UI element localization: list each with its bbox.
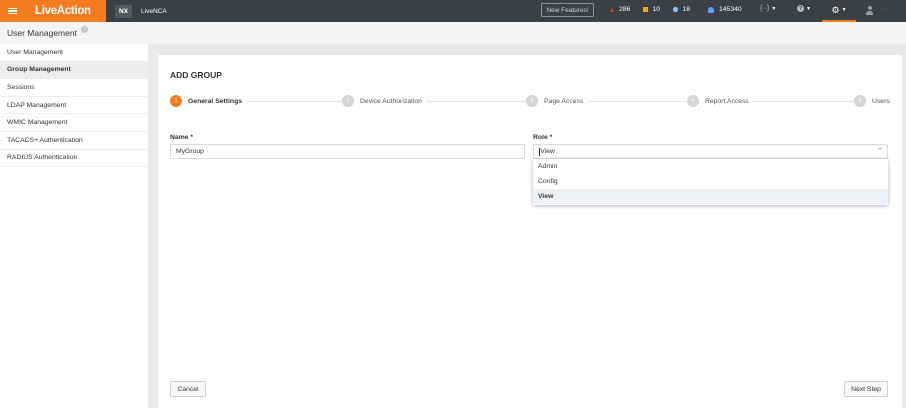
step-users[interactable]: 5 Users [854,95,890,107]
step-number: 1 [170,95,182,107]
bell-icon [708,6,714,13]
next-step-button[interactable]: Next Step [844,381,888,397]
sidebar: User Management Group Management Session… [0,44,148,408]
role-option-view[interactable]: View [533,189,888,204]
notifications[interactable]: 145340 [708,6,742,13]
role-option-config[interactable]: Config [533,174,888,189]
warning-square-icon [643,7,648,12]
step-number: 3 [526,95,538,107]
code-icon: {··} [760,5,770,12]
step-label: Report Access [705,97,749,105]
step-report-access[interactable]: 4 Report Access [687,95,753,107]
name-input[interactable]: MyGroup [170,144,525,159]
sidebar-item-user-management[interactable]: User Management [0,44,148,62]
warning-alerts[interactable]: 10 [643,6,660,13]
step-device-authorization[interactable]: 2 Device Authorization [342,95,426,107]
info-circle-icon [673,7,678,12]
info-alerts[interactable]: 18 [673,6,690,13]
chevron-down-icon: ▼ [806,5,811,12]
sidebar-item-wmic-management[interactable]: WMIC Management [0,114,148,132]
help-icon: ? [797,5,804,12]
sidebar-item-sessions[interactable]: Sessions [0,79,148,97]
sidebar-item-radius-authentication[interactable]: RADIUS Authentication [0,150,148,168]
nx-badge[interactable]: NX [115,4,133,18]
panel-title: ADD GROUP [170,70,222,80]
settings-menu-button[interactable]: ⚙ ▼ [822,0,856,22]
step-label: General Settings [188,97,243,105]
role-selected-value: View [540,148,555,155]
menu-button[interactable] [0,0,24,22]
product-name[interactable]: LiveNCA [137,5,171,18]
step-number: 4 [687,95,699,107]
hamburger-icon [7,7,17,15]
role-dropdown-menu: Admin Config View [533,159,888,205]
info-icon[interactable]: ? [80,26,88,33]
user-avatar-icon[interactable] [866,6,873,15]
step-general-settings[interactable]: 1 General Settings [170,95,247,107]
help-menu-button[interactable]: ? ▼ [797,5,811,12]
gear-icon: ⚙ [831,4,840,15]
role-label: Role * [533,134,553,141]
critical-count: 286 [619,6,631,13]
notification-count: 145340 [719,6,742,13]
warning-count: 10 [652,6,661,13]
step-page-access[interactable]: 3 Page Access [526,95,588,107]
sidebar-item-ldap-management[interactable]: LDAP Management [0,97,148,115]
step-number: 2 [342,95,354,107]
app-logo[interactable]: LiveAction [24,0,106,22]
step-number: 5 [854,95,866,107]
top-navigation-bar: LiveAction NX LiveNCA New Features! 286 … [0,0,906,22]
new-features-button[interactable]: New Features! [541,3,594,17]
chevron-down-icon: ▼ [841,7,847,13]
critical-alerts[interactable]: 286 [610,6,630,13]
role-select[interactable]: View ⌃ [533,144,888,159]
page-header: User Management ? [0,22,906,44]
step-label: Page Access [544,97,584,105]
chevron-up-icon: ⌃ [877,148,883,155]
user-menu-dots-icon[interactable]: · · [880,6,887,13]
cancel-button[interactable]: Cancel [170,381,206,397]
role-option-admin[interactable]: Admin [533,159,888,174]
step-label: Device Authorization [360,97,422,105]
add-group-panel: ADD GROUP 1 General Settings 2 Device Au… [158,55,902,408]
name-label: Name * [170,134,194,141]
step-label: Users [872,97,890,105]
info-count: 18 [682,6,691,13]
critical-triangle-icon [610,7,614,12]
page-title: User Management [7,28,77,38]
chevron-down-icon: ▼ [771,5,777,12]
sidebar-item-tacacs-authentication[interactable]: TACACS+ Authentication [0,132,148,150]
wizard-steps: 1 General Settings 2 Device Authorizatio… [170,95,898,109]
code-menu-button[interactable]: {··} ▼ [760,5,776,12]
sidebar-item-group-management[interactable]: Group Management [0,61,148,80]
